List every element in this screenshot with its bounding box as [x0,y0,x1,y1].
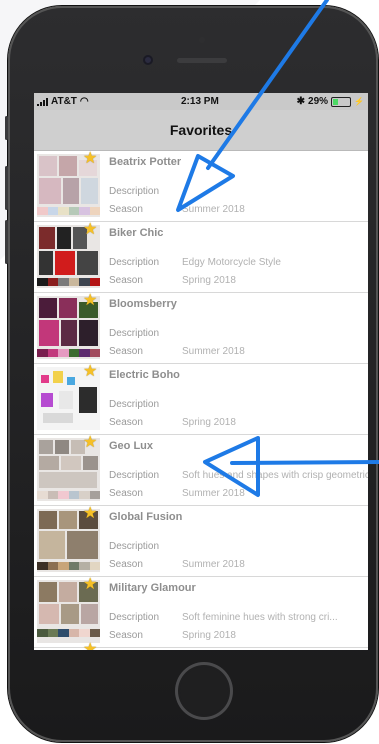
front-camera [143,55,153,65]
description-label: Description [109,328,160,339]
signal-icon [37,97,48,106]
season-value: Summer 2018 [182,488,245,499]
list-item-beatrix-potter[interactable]: ★ Beatrix Potter Description Season Summ… [34,151,368,222]
season-value: Spring 2018 [182,417,236,428]
item-title: Geo Lux [109,440,154,452]
description-value: Soft hues and shapes with crisp geometri… [182,470,368,481]
phone-screen: AT&T ◠ 2:13 PM ✱ 29% ⚡ Favorites ★ Beatr… [34,93,368,650]
season-value: Spring 2018 [182,630,236,641]
status-bar: AT&T ◠ 2:13 PM ✱ 29% ⚡ [34,93,368,110]
status-right: ✱ 29% ⚡ [297,96,364,107]
favorite-star-icon[interactable]: ★ [83,222,99,238]
color-palette-strip [37,278,100,286]
list-item-partial[interactable]: ★ [34,642,368,650]
favorites-list: ★ Beatrix Potter Description Season Summ… [34,151,368,650]
item-title: Global Fusion [109,511,183,523]
carrier-label: AT&T [51,96,77,107]
earpiece-speaker [177,58,227,63]
item-title: Bloomsberry [109,298,177,310]
color-palette-strip [37,562,100,570]
item-title: Beatrix Potter [109,156,182,168]
item-title: Electric Boho [109,369,180,381]
description-value: Soft feminine hues with strong cri... [182,612,338,623]
season-value: Spring 2018 [182,275,236,286]
favorite-star-icon[interactable]: ★ [83,151,99,167]
description-label: Description [109,186,160,197]
page-title: Favorites [169,122,233,138]
favorite-star-icon[interactable]: ★ [83,642,99,651]
color-palette-strip [37,491,100,499]
description-value: Edgy Motorcycle Style [182,257,281,268]
battery-icon [331,96,352,107]
status-time: 2:13 PM [181,96,219,107]
proximity-sensor [199,37,205,43]
battery-percent: 29% [308,96,329,107]
season-value: Summer 2018 [182,346,245,357]
color-palette-strip [37,629,100,637]
favorite-star-icon[interactable]: ★ [83,293,99,309]
season-value: Summer 2018 [182,204,245,215]
list-item-electric-boho[interactable]: ★ Electric Boho Description Season Sprin… [34,364,368,435]
description-label: Description [109,399,160,410]
bluetooth-icon: ✱ [296,96,306,107]
season-label: Season [109,204,143,215]
description-label: Description [109,470,160,481]
color-palette-strip [37,349,100,357]
volume-down-button [5,220,8,264]
home-button[interactable] [175,662,233,720]
favorite-star-icon[interactable]: ★ [83,577,99,593]
season-value: Summer 2018 [182,559,245,570]
item-title: Military Glamour [109,582,196,594]
season-label: Season [109,417,143,428]
description-label: Description [109,257,160,268]
charging-icon: ⚡ [354,97,364,106]
item-title: Biker Chic [109,227,164,239]
season-label: Season [109,630,143,641]
season-label: Season [109,559,143,570]
season-label: Season [109,488,143,499]
battery-fill [333,98,338,105]
wifi-icon: ◠ [79,96,89,107]
list-item-military-glamour[interactable]: ★ Military Glamour Description Soft femi… [34,577,368,648]
list-item-bloomsberry[interactable]: ★ Bloomsberry Description Season Summer … [34,293,368,364]
favorite-star-icon[interactable]: ★ [83,364,99,380]
color-palette-strip [37,207,100,215]
description-label: Description [109,541,160,552]
description-label: Description [109,612,160,623]
season-label: Season [109,346,143,357]
status-left: AT&T ◠ [37,96,89,107]
season-label: Season [109,275,143,286]
list-item-biker-chic[interactable]: ★ Biker Chic Description Edgy Motorcycle… [34,222,368,293]
nav-bar: Favorites [34,110,368,151]
favorite-star-icon[interactable]: ★ [83,506,99,522]
list-item-global-fusion[interactable]: ★ Global Fusion Description Season Summe… [34,506,368,577]
volume-up-button [5,166,8,210]
favorite-star-icon[interactable]: ★ [83,435,99,451]
list-item-geo-lux[interactable]: ★ Geo Lux Description Soft hues and shap… [34,435,368,506]
mute-switch [5,116,8,140]
